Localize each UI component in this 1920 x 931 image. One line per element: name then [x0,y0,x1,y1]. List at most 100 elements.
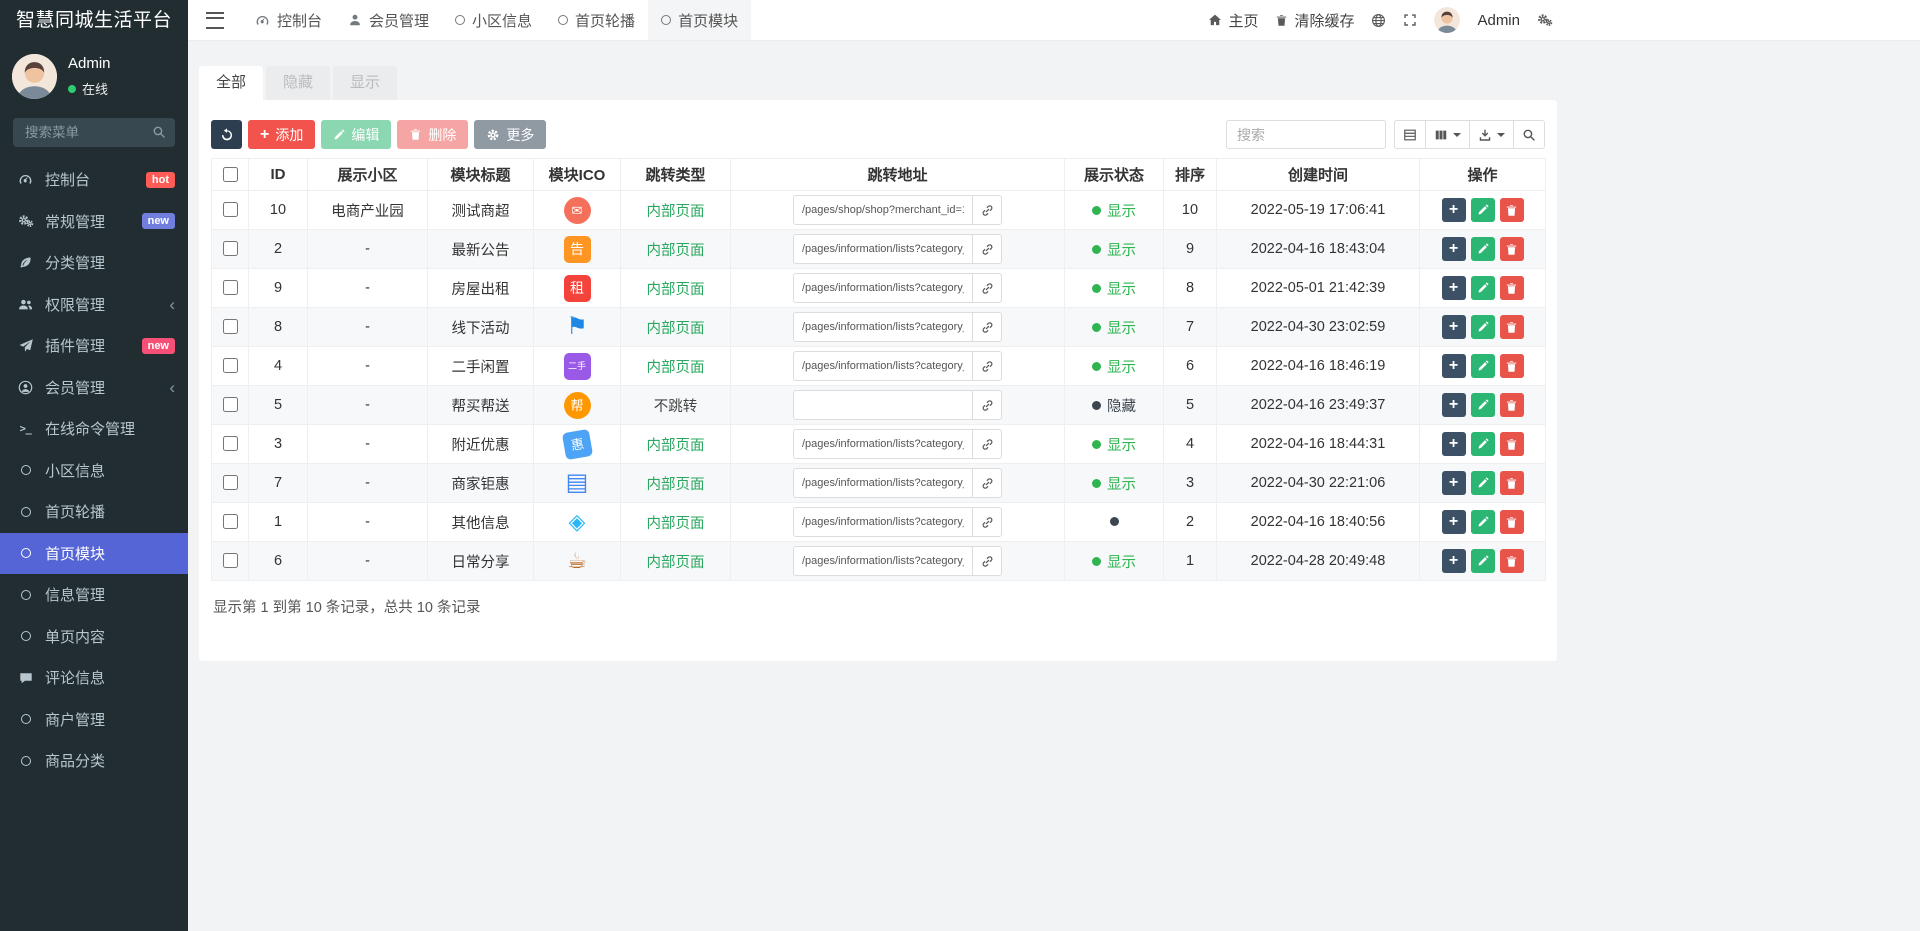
topbar-username[interactable]: Admin [1477,12,1520,29]
table-row[interactable]: 10电商产业园测试商超✉内部页面显示102022-05-19 17:06:41+ [211,190,1546,230]
row-delete-button[interactable] [1499,315,1524,339]
url-link-button[interactable] [972,468,1002,498]
toggle-view-button[interactable] [1394,120,1426,149]
sidebar-item-goods[interactable]: 商品分类 [0,740,188,782]
jump-url-input[interactable] [793,351,973,381]
table-row[interactable]: 1-其他信息 ◈ 内部页面 22022-04-16 18:40:56 + [211,502,1546,542]
search-toggle-button[interactable] [1513,120,1545,149]
jump-url-input[interactable] [793,195,973,225]
sidebar-item-information[interactable]: 信息管理 [0,574,188,616]
url-link-button[interactable] [972,507,1002,537]
row-edit-button[interactable] [1470,549,1495,573]
row-edit-button[interactable] [1470,237,1495,261]
column-header[interactable]: 操作 [1419,158,1546,191]
row-add-button[interactable]: + [1441,276,1466,300]
table-row[interactable]: 5- 帮买帮送帮不跳转 隐藏 5 2022-04-16 23:49:37 + [211,385,1546,425]
row-checkbox[interactable] [223,553,238,568]
url-link-button[interactable] [972,234,1002,264]
delete-button[interactable]: 删除 [397,120,469,149]
row-delete-button[interactable] [1499,549,1524,573]
top-tab-module[interactable]: 首页模块 [648,0,752,40]
row-add-button[interactable]: + [1441,432,1466,456]
row-delete-button[interactable] [1499,471,1524,495]
column-header[interactable]: 创建时间 [1216,158,1420,191]
refresh-button[interactable] [211,120,242,149]
row-checkbox[interactable] [223,241,238,256]
row-delete-button[interactable] [1499,198,1524,222]
url-link-button[interactable] [972,273,1002,303]
row-checkbox[interactable] [223,436,238,451]
sidebar-item-community[interactable]: 小区信息 [0,450,188,492]
top-tab-banner[interactable]: 首页轮播 [545,0,648,40]
row-checkbox[interactable] [223,202,238,217]
column-header[interactable]: 模块标题 [427,158,534,191]
column-header[interactable]: 跳转类型 [620,158,731,191]
jump-url-input[interactable] [793,312,973,342]
jump-url-input[interactable] [793,468,973,498]
url-link-button[interactable] [972,312,1002,342]
settings-button[interactable] [1537,13,1553,27]
column-header[interactable]: ID [248,158,308,191]
row-checkbox[interactable] [223,397,238,412]
sidebar-item-auth[interactable]: 权限管理 ‹ [0,284,188,326]
row-add-button[interactable]: + [1441,354,1466,378]
row-delete-button[interactable] [1499,393,1524,417]
row-checkbox[interactable] [223,319,238,334]
sidebar-item-command[interactable]: >_ 在线命令管理 [0,408,188,450]
row-edit-button[interactable] [1470,276,1495,300]
top-tab-community[interactable]: 小区信息 [442,0,545,40]
table-row[interactable]: 8-线下活动 ⚑ 内部页面 显示 72022-04-30 23:02:59 + [211,307,1546,347]
table-row[interactable]: 7-商家钜惠 ▤ 内部页面 显示 32022-04-30 22:21:06 + [211,463,1546,503]
filter-tab-hidden[interactable]: 隐藏 [266,66,331,100]
url-link-button[interactable] [972,429,1002,459]
table-row[interactable]: 2-最新公告 告 内部页面 显示 92022-04-16 18:43:04 + [211,229,1546,269]
more-button[interactable]: 更多 [474,120,547,149]
add-button[interactable]: + 添加 [248,120,316,149]
row-edit-button[interactable] [1470,471,1495,495]
url-link-button[interactable] [972,351,1002,381]
row-edit-button[interactable] [1470,198,1495,222]
filter-tab-all[interactable]: 全部 [199,66,264,100]
table-row[interactable]: 4-二手闲置 二手 内部页面 显示 62022-04-16 18:46:19 + [211,346,1546,386]
sidebar-item-general[interactable]: 常规管理 new [0,201,188,243]
row-add-button[interactable]: + [1441,393,1466,417]
jump-url-input[interactable] [793,507,973,537]
url-link-button[interactable] [972,390,1002,420]
column-header[interactable]: 模块ICO [533,158,621,191]
jump-url-input[interactable] [793,390,973,420]
row-edit-button[interactable] [1470,315,1495,339]
row-delete-button[interactable] [1499,432,1524,456]
sidebar-item-page[interactable]: 单页内容 [0,616,188,658]
row-edit-button[interactable] [1470,393,1495,417]
select-all-checkbox[interactable] [223,166,238,182]
columns-button[interactable] [1425,120,1470,149]
row-edit-button[interactable] [1470,432,1495,456]
row-add-button[interactable]: + [1441,471,1466,495]
filter-tab-visible[interactable]: 显示 [333,66,398,100]
row-delete-button[interactable] [1499,510,1524,534]
row-add-button[interactable]: + [1441,510,1466,534]
table-row[interactable]: 3-附近优惠惠 内部页面 显示 42022-04-16 18:44:31 + [211,424,1546,464]
jump-url-input[interactable] [793,273,973,303]
sidebar-item-console[interactable]: 控制台 hot [0,159,188,201]
row-delete-button[interactable] [1499,354,1524,378]
sidebar-item-member[interactable]: 会员管理 ‹ [0,367,188,409]
sidebar-item-category[interactable]: 分类管理 [0,242,188,284]
top-tab-console[interactable]: 控制台 [242,0,335,40]
topbar-avatar[interactable] [1434,7,1461,33]
row-add-button[interactable]: + [1441,315,1466,339]
column-header[interactable]: 展示状态 [1064,158,1164,191]
fullscreen-button[interactable] [1403,13,1417,27]
url-link-button[interactable] [972,546,1002,576]
sidebar-item-comment[interactable]: 评论信息 [0,657,188,699]
row-checkbox[interactable] [223,358,238,373]
row-checkbox[interactable] [223,514,238,529]
clear-cache-link[interactable]: 清除缓存 [1275,10,1354,31]
row-add-button[interactable]: + [1441,549,1466,573]
sidebar-toggle-icon[interactable] [206,11,224,29]
url-link-button[interactable] [972,195,1002,225]
row-checkbox[interactable] [223,475,238,490]
row-checkbox[interactable] [223,280,238,295]
column-header[interactable]: 跳转地址 [730,158,1065,191]
row-delete-button[interactable] [1499,237,1524,261]
